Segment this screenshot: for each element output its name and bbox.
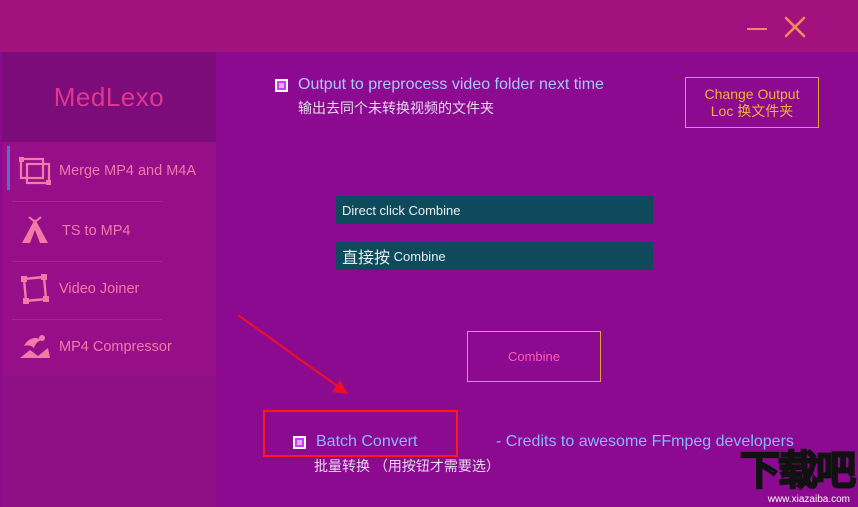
watermark-text: 下载吧 xyxy=(739,448,857,494)
watermark: 下载吧 www.xiazaiba.com xyxy=(718,448,858,507)
watermark-url: www.xiazaiba.com xyxy=(767,494,850,505)
highlight-box xyxy=(263,410,458,457)
